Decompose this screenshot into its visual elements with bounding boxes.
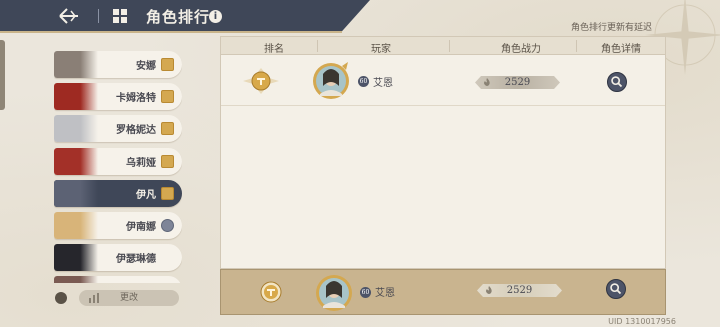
update-delay-notice: 角色排行更新有延迟	[570, 23, 652, 33]
self-avatar[interactable]	[313, 272, 355, 314]
rank-badge-icon	[161, 154, 174, 168]
header-edge	[0, 31, 342, 33]
character-item[interactable]: 安娜	[54, 51, 182, 78]
self-details-button[interactable]	[606, 279, 626, 299]
table-row[interactable]: 60 艾恩 2529	[221, 56, 665, 106]
rank-badge-icon	[161, 186, 174, 200]
self-ranking-row[interactable]: 60 艾恩 2529	[220, 269, 666, 315]
rank-emblem-icon	[260, 281, 282, 303]
character-item[interactable]: 卡姆洛特	[54, 83, 182, 111]
player-name: 艾恩	[373, 78, 393, 89]
page-title: 角色排行	[146, 8, 211, 26]
flame-icon	[485, 286, 493, 295]
back-arrow-icon[interactable]	[58, 7, 80, 25]
col-rank: 排名	[264, 44, 284, 55]
search-icon	[611, 76, 623, 88]
self-player-name: 艾恩	[375, 288, 395, 299]
character-item[interactable]: 乌莉娅	[54, 147, 182, 175]
lock-badge-icon	[161, 218, 174, 232]
details-button[interactable]	[607, 72, 627, 92]
character-item[interactable]: 伊凡	[54, 179, 182, 207]
character-portrait	[54, 211, 98, 239]
col-power: 角色战力	[501, 44, 541, 55]
character-portrait	[54, 276, 98, 283]
self-power-number: 2529	[506, 285, 533, 296]
character-name: 罗格妮达	[116, 125, 156, 137]
col-divider	[317, 40, 318, 52]
character-portrait	[54, 115, 98, 143]
character-item[interactable]: 伊南娜	[54, 211, 182, 239]
info-icon[interactable]: i	[209, 10, 222, 23]
col-divider	[576, 40, 577, 52]
character-list[interactable]: 安娜卡姆洛特罗格妮达乌莉娅伊凡伊南娜伊瑟琳德	[54, 51, 182, 283]
character-portrait	[54, 147, 98, 175]
header-divider	[98, 9, 99, 23]
character-name: 安娜	[136, 61, 156, 72]
character-name: 伊瑟琳德	[116, 254, 156, 266]
col-player: 玩家	[371, 44, 391, 55]
rank-badge-icon	[161, 58, 174, 71]
col-divider	[449, 40, 450, 52]
chart-icon	[89, 293, 99, 303]
search-icon	[610, 283, 622, 295]
self-power-value: 2529	[477, 284, 562, 297]
table-header: 排名 玩家 角色战力 角色详情	[221, 37, 665, 55]
character-item[interactable]: 伊瑟琳德	[54, 244, 182, 272]
character-portrait	[54, 244, 98, 272]
flame-icon	[483, 78, 491, 87]
character-name: 卡姆洛特	[116, 93, 156, 105]
filter-icon[interactable]	[55, 292, 67, 304]
uid-label: UID 1310017956	[608, 317, 676, 326]
character-portrait	[54, 179, 98, 207]
power-number: 2529	[504, 77, 531, 88]
side-drawer-handle[interactable]	[0, 40, 5, 110]
grid-menu-icon[interactable]	[113, 9, 127, 23]
ranking-table: 排名 玩家 角色战力 角色详情 60 艾恩 2529	[220, 36, 666, 269]
rank-badge-icon	[161, 122, 174, 136]
col-details: 角色详情	[601, 44, 641, 55]
character-item[interactable]	[54, 276, 182, 283]
player-avatar[interactable]	[310, 60, 352, 102]
change-button[interactable]: 更改	[79, 290, 179, 306]
self-level-icon: 60	[360, 287, 371, 298]
character-name: 伊南娜	[126, 221, 156, 233]
power-value: 2529	[475, 76, 560, 89]
player-level-icon: 60	[358, 76, 369, 87]
rank-badge-icon	[161, 90, 174, 104]
character-portrait	[54, 51, 98, 78]
character-name: 乌莉娅	[126, 157, 156, 169]
character-portrait	[54, 83, 98, 111]
rank-emblem-icon	[243, 68, 279, 94]
character-name: 伊凡	[136, 189, 156, 201]
change-button-label: 更改	[119, 293, 138, 303]
character-item[interactable]: 罗格妮达	[54, 115, 182, 143]
